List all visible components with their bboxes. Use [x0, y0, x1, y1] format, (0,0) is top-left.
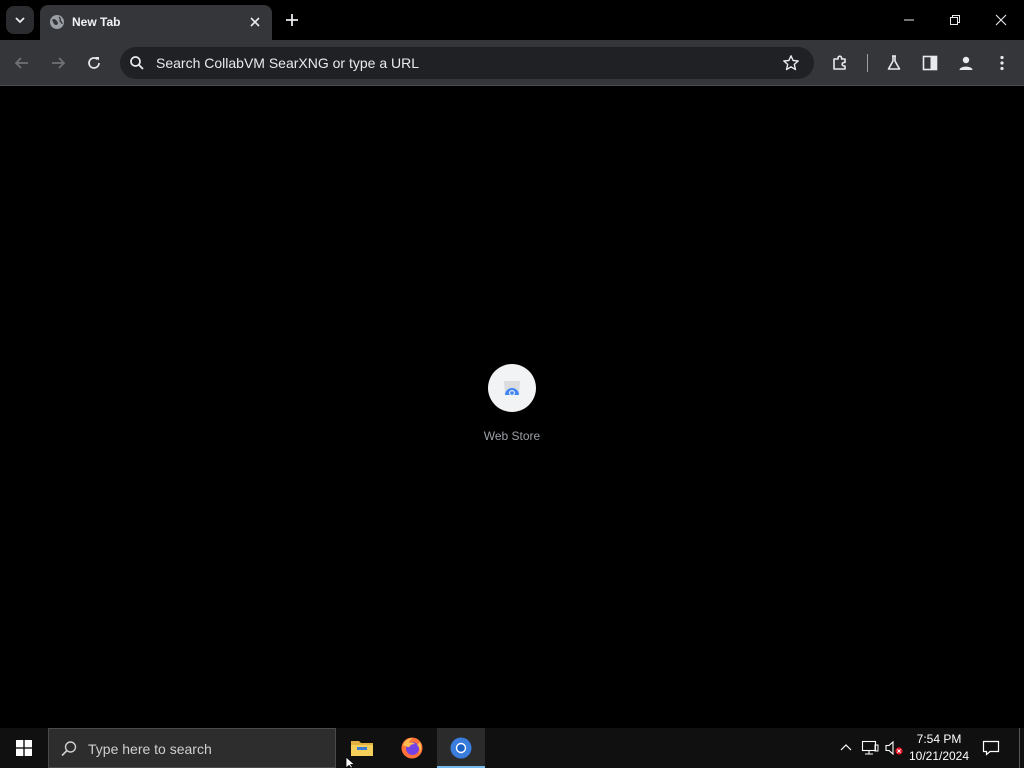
- shortcut-label: Web Store: [483, 429, 541, 443]
- firefox-icon: [401, 737, 423, 759]
- volume-muted-icon: [885, 740, 903, 756]
- taskbar-app-chrome[interactable]: [437, 728, 485, 768]
- new-tab-page: Web Store: [0, 87, 1024, 728]
- arrow-right-icon: [52, 57, 66, 69]
- person-icon: [959, 56, 973, 70]
- clock-date: 10/21/2024: [908, 749, 970, 763]
- action-center-button[interactable]: [980, 737, 1002, 759]
- arrow-left-icon: [14, 57, 28, 69]
- tab-close-button[interactable]: [246, 13, 264, 31]
- taskbar-clock[interactable]: 7:54 PM 10/21/2024: [904, 731, 974, 765]
- close-icon: [995, 14, 1007, 26]
- toolbar-separator: [867, 54, 868, 72]
- notification-icon: [982, 740, 1000, 756]
- back-button[interactable]: [8, 49, 36, 77]
- side-panel-button[interactable]: [916, 49, 944, 77]
- browser-toolbar: [0, 40, 1024, 86]
- extensions-button[interactable]: [826, 49, 854, 77]
- search-icon: [61, 741, 77, 757]
- window-close-button[interactable]: [978, 0, 1024, 40]
- windows-taskbar: Type here to search 7:54 PM 10/21/2024: [0, 728, 1024, 768]
- reload-button[interactable]: [80, 49, 108, 77]
- taskbar-search-placeholder: Type here to search: [88, 741, 212, 757]
- shortcut-icon-circle: [488, 364, 536, 412]
- chevron-up-icon: [840, 744, 852, 751]
- flask-icon: [887, 55, 901, 70]
- tab-title: New Tab: [72, 15, 121, 29]
- folder-icon: [351, 741, 373, 756]
- reload-icon: [88, 57, 100, 69]
- taskbar-app-firefox[interactable]: [388, 728, 436, 768]
- tray-network-button[interactable]: [860, 738, 880, 758]
- menu-button[interactable]: [988, 49, 1016, 77]
- web-store-icon: [504, 381, 520, 396]
- restore-icon: [950, 15, 960, 25]
- profile-button[interactable]: [952, 49, 980, 77]
- mouse-cursor-icon: [345, 757, 356, 768]
- omnibox-input[interactable]: [156, 47, 766, 79]
- labs-button[interactable]: [880, 49, 908, 77]
- clock-time: 7:54 PM: [916, 732, 962, 746]
- windows-logo-icon: [16, 740, 32, 756]
- tray-volume-button[interactable]: [884, 738, 904, 758]
- tab-new-tab[interactable]: New Tab: [40, 5, 272, 40]
- puzzle-icon: [833, 55, 846, 70]
- tab-strip: New Tab: [0, 0, 1024, 40]
- minimize-button[interactable]: [886, 0, 932, 40]
- side-panel-icon: [922, 55, 938, 71]
- chrome-icon: [450, 737, 472, 759]
- omnibox[interactable]: [120, 47, 814, 79]
- globe-icon: [50, 15, 64, 29]
- kebab-menu-icon: [1000, 55, 1004, 71]
- chevron-down-icon: [15, 17, 25, 24]
- taskbar-search-box[interactable]: Type here to search: [48, 728, 336, 768]
- tray-show-hidden-button[interactable]: [836, 738, 856, 758]
- network-icon: [861, 740, 879, 755]
- forward-button[interactable]: [44, 49, 72, 77]
- search-icon: [130, 56, 144, 70]
- minimize-icon: [904, 19, 914, 21]
- restore-button[interactable]: [932, 0, 978, 40]
- shortcut-web-store[interactable]: Web Store: [472, 363, 552, 447]
- tab-search-button[interactable]: [6, 6, 34, 34]
- start-button[interactable]: [0, 728, 48, 768]
- new-tab-button[interactable]: [280, 8, 304, 32]
- close-icon: [250, 17, 260, 27]
- star-icon[interactable]: [782, 54, 800, 72]
- show-desktop-button[interactable]: [1019, 728, 1024, 768]
- plus-icon: [286, 14, 298, 26]
